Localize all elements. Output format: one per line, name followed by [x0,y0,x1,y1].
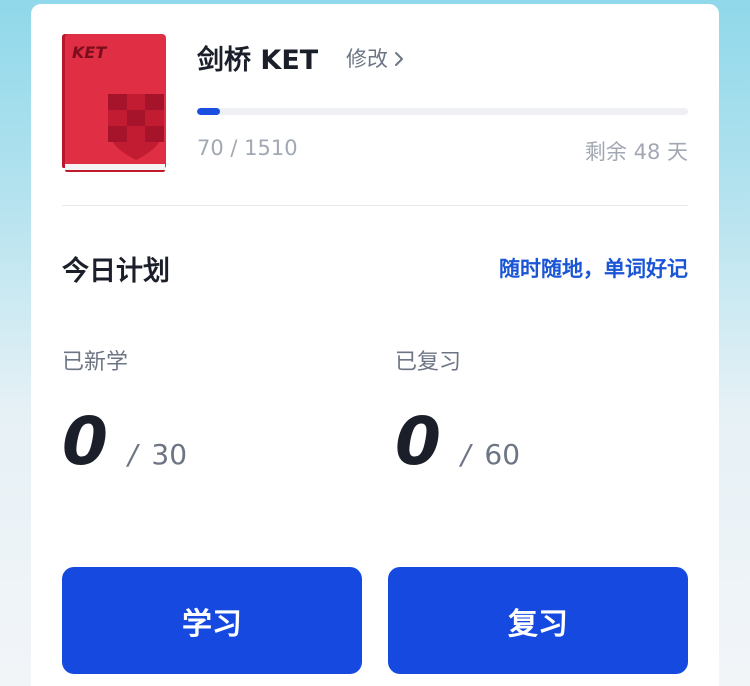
stat-separator: / [460,438,471,471]
review-button[interactable]: 复习 [388,567,688,674]
slogan-link[interactable]: 随时随地，单词好记 [499,253,688,283]
edit-label: 修改 [346,47,388,71]
stat-separator: / [127,438,138,471]
reviewed-stat: 0 / 60 [395,409,520,475]
reviewed-count: 0 [395,403,441,480]
today-plan-title: 今日计划 [62,256,170,287]
new-learned-target: 30 [151,438,188,471]
book-title: 剑桥 KET [197,45,319,76]
progress-bar [197,108,688,115]
new-learned-stat: 0 / 30 [62,409,187,475]
book-cover-label: KET [72,43,107,62]
book-cover-pages [65,164,165,172]
shield-icon [108,94,164,160]
reviewed-label: 已复习 [395,350,462,375]
divider [62,205,688,206]
remaining-days: 剩余 48 天 [584,140,688,164]
vocab-plan-card: KET 剑桥 KET 修改 70 / 1510 剩余 48 天 今日计划 随时随… [31,4,719,686]
progress-count: 70 / 1510 [197,136,298,160]
reviewed-target: 60 [484,438,521,471]
study-button[interactable]: 学习 [62,567,362,674]
progress-bar-fill [197,108,220,115]
book-cover[interactable]: KET [62,34,166,172]
new-learned-count: 0 [62,403,108,480]
chevron-right-icon [395,52,403,66]
edit-book-button[interactable]: 修改 [346,43,404,73]
new-learned-label: 已新学 [62,350,129,375]
